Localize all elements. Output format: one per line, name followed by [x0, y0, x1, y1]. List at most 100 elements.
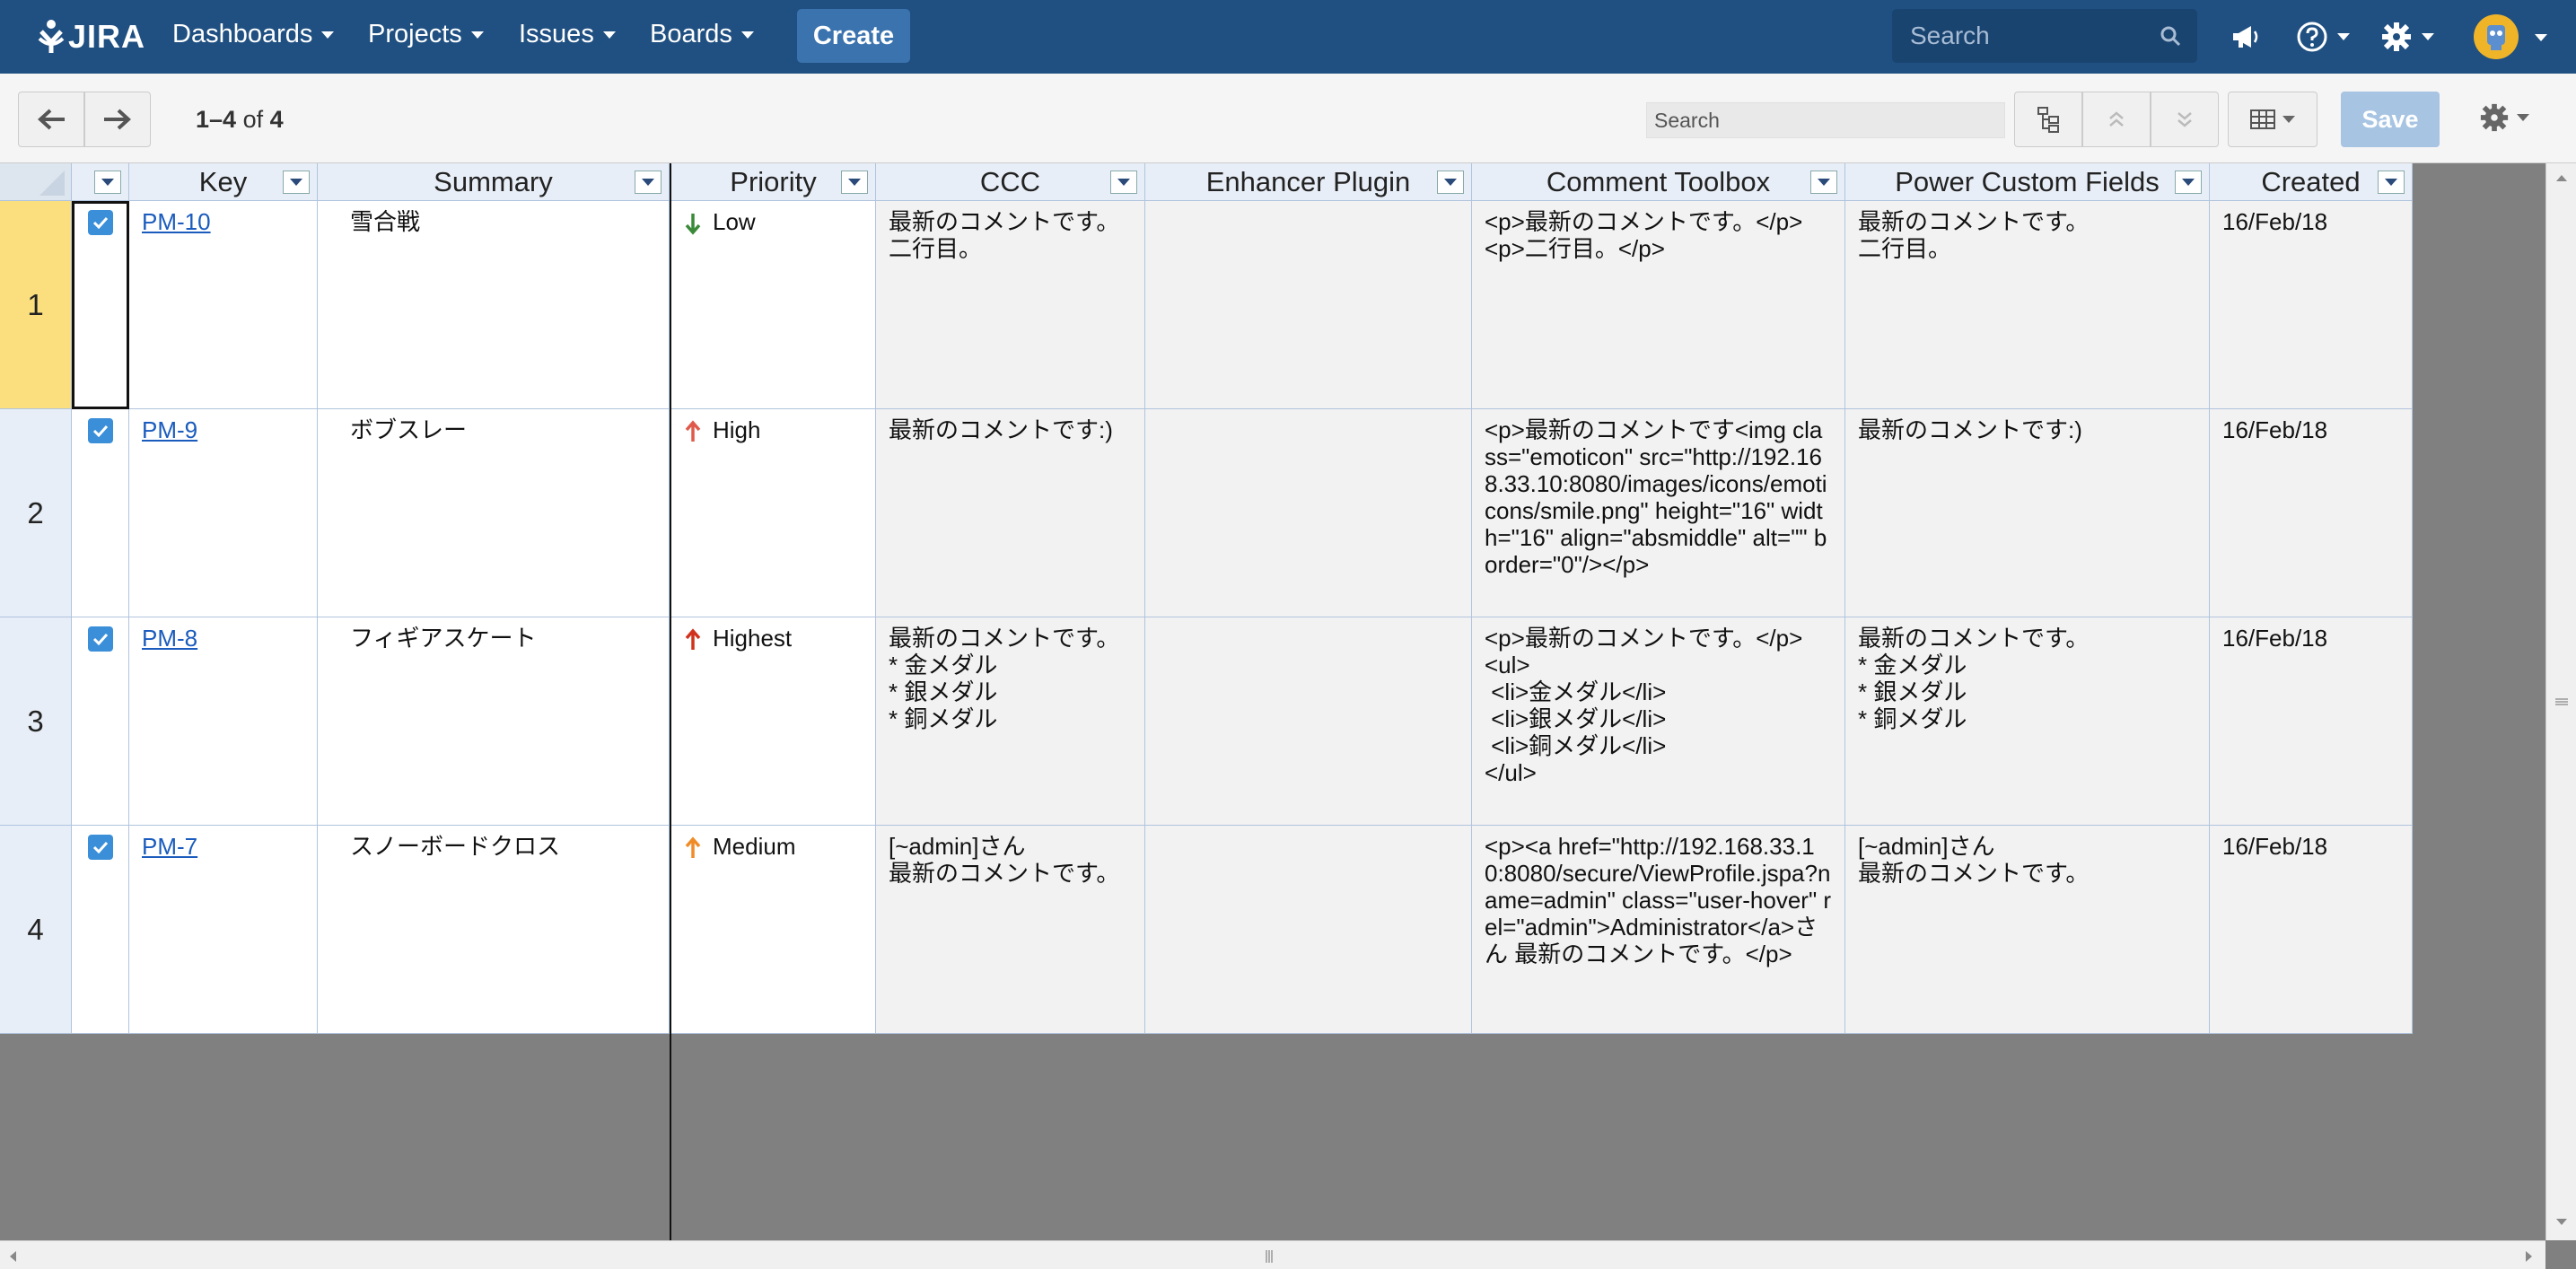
enhancer-plugin-cell[interactable] [1145, 201, 1472, 409]
nav-search-input[interactable]: Search [1892, 9, 2197, 63]
enhancer-plugin-cell[interactable] [1145, 617, 1472, 826]
jira-logo[interactable]: JIRA [36, 14, 145, 59]
priority-cell[interactable]: Medium [671, 826, 876, 1034]
avatar-icon [2487, 25, 2505, 50]
horizontal-scrollbar[interactable] [0, 1240, 2545, 1269]
vertical-scrollbar[interactable] [2545, 163, 2576, 1240]
issue-key-link[interactable]: PM-7 [142, 833, 197, 860]
power-custom-fields-cell[interactable]: 最新のコメントです:) [1845, 409, 2210, 617]
created-cell[interactable]: 16/Feb/18 [2210, 826, 2413, 1034]
key-cell[interactable]: PM-9 [129, 409, 318, 617]
ccc-cell[interactable]: 最新のコメントです。 * 金メダル * 銀メダル * 銅メダル [876, 617, 1145, 826]
filter-dropdown-icon[interactable] [2378, 171, 2405, 194]
filter-dropdown-icon[interactable] [1810, 171, 1837, 194]
power-custom-fields-cell[interactable]: 最新のコメントです。 二行目。 [1845, 201, 2210, 409]
scroll-grip-icon[interactable] [1264, 1249, 1275, 1264]
comment-toolbox-cell[interactable]: <p><a href="http://192.168.33.10:8080/se… [1472, 826, 1845, 1034]
ccc-cell[interactable]: 最新のコメントです。 二行目。 [876, 201, 1145, 409]
comment-toolbox-cell[interactable]: <p>最新のコメントです。</p> <p>二行目。</p> [1472, 201, 1845, 409]
created-cell[interactable]: 16/Feb/18 [2210, 201, 2413, 409]
scroll-left-icon[interactable] [7, 1249, 18, 1264]
priority-low-arrow-icon [685, 214, 701, 235]
created-cell[interactable]: 16/Feb/18 [2210, 409, 2413, 617]
filter-dropdown-icon[interactable] [283, 171, 310, 194]
grid-corner[interactable] [0, 163, 72, 201]
column-header-ccc[interactable]: CCC [876, 163, 1145, 201]
ccc-cell[interactable]: 最新のコメントです:) [876, 409, 1145, 617]
scroll-right-icon[interactable] [2524, 1249, 2535, 1264]
column-header-comment-toolbox[interactable]: Comment Toolbox [1472, 163, 1845, 201]
checkbox-checked[interactable] [87, 626, 113, 652]
row-header[interactable]: 3 [0, 617, 72, 826]
filter-dropdown-icon[interactable] [1110, 171, 1137, 194]
announcement-icon[interactable] [2230, 18, 2262, 56]
priority-cell[interactable]: Low [671, 201, 876, 409]
help-icon[interactable] [2296, 18, 2350, 56]
save-button[interactable]: Save [2341, 92, 2440, 147]
summary-cell[interactable]: フィギアスケート [318, 617, 670, 826]
row-checkbox-cell[interactable] [72, 617, 129, 826]
grid-settings-button[interactable] [2479, 102, 2529, 133]
expand-all-button[interactable] [2151, 92, 2219, 147]
filter-dropdown-icon[interactable] [841, 171, 868, 194]
column-header-checkbox[interactable] [72, 163, 129, 201]
issue-key-link[interactable]: PM-10 [142, 208, 211, 235]
hierarchy-button[interactable] [2014, 92, 2082, 147]
column-header-priority[interactable]: Priority [671, 163, 876, 201]
checkbox-checked[interactable] [87, 835, 113, 860]
filter-dropdown-icon[interactable] [94, 171, 121, 194]
user-avatar[interactable] [2474, 14, 2519, 59]
column-header-key[interactable]: Key [129, 163, 318, 201]
summary-cell[interactable]: スノーボードクロス [318, 826, 670, 1034]
frozen-column-divider[interactable] [670, 163, 671, 1240]
row-header[interactable]: 2 [0, 409, 72, 617]
priority-cell[interactable]: High [671, 409, 876, 617]
power-custom-fields-cell[interactable]: [~admin]さん 最新のコメントです。 [1845, 826, 2210, 1034]
grid-search-input[interactable]: Search [1646, 102, 2005, 138]
issue-key-link[interactable]: PM-9 [142, 416, 197, 443]
key-cell[interactable]: PM-10 [129, 201, 318, 409]
settings-gear-icon[interactable] [2380, 18, 2434, 56]
chevron-down-icon[interactable] [2535, 34, 2547, 41]
columns-button[interactable] [2228, 92, 2318, 147]
filter-dropdown-icon[interactable] [1437, 171, 1464, 194]
key-cell[interactable]: PM-8 [129, 617, 318, 826]
row-checkbox-cell[interactable] [72, 409, 129, 617]
nav-boards[interactable]: Boards [650, 20, 754, 49]
column-header-summary[interactable]: Summary [318, 163, 670, 201]
scroll-grip-icon[interactable] [2554, 696, 2569, 707]
summary-cell[interactable]: 雪合戦 [318, 201, 670, 409]
comment-toolbox-cell[interactable]: <p>最新のコメントです。</p> <ul> <li>金メダル</li> <li… [1472, 617, 1845, 826]
row-header[interactable]: 4 [0, 826, 72, 1034]
row-header[interactable]: 1 [0, 201, 72, 409]
enhancer-plugin-cell[interactable] [1145, 409, 1472, 617]
next-button[interactable] [84, 92, 151, 147]
comment-toolbox-cell[interactable]: <p>最新のコメントです<img class="emoticon" src="h… [1472, 409, 1845, 617]
column-header-label: Created [2261, 165, 2361, 197]
priority-cell[interactable]: Highest [671, 617, 876, 826]
filter-dropdown-icon[interactable] [2175, 171, 2202, 194]
checkbox-checked[interactable] [87, 418, 113, 443]
chevron-down-icon [470, 31, 484, 39]
column-header-created[interactable]: Created [2210, 163, 2413, 201]
create-button[interactable]: Create [797, 9, 910, 63]
ccc-cell[interactable]: [~admin]さん 最新のコメントです。 [876, 826, 1145, 1034]
issue-key-link[interactable]: PM-8 [142, 625, 197, 652]
summary-cell[interactable]: ボブスレー [318, 409, 670, 617]
created-cell[interactable]: 16/Feb/18 [2210, 617, 2413, 826]
scroll-down-icon[interactable] [2554, 1217, 2569, 1228]
enhancer-plugin-cell[interactable] [1145, 826, 1472, 1034]
row-checkbox-cell[interactable] [72, 826, 129, 1034]
nav-projects-label: Projects [368, 20, 462, 48]
key-cell[interactable]: PM-7 [129, 826, 318, 1034]
power-custom-fields-cell[interactable]: 最新のコメントです。 * 金メダル * 銀メダル * 銅メダル [1845, 617, 2210, 826]
scroll-up-icon[interactable] [2554, 172, 2569, 183]
column-header-enhancer-plugin[interactable]: Enhancer Plugin [1145, 163, 1472, 201]
column-header-power-custom-fields[interactable]: Power Custom Fields [1845, 163, 2210, 201]
nav-dashboards[interactable]: Dashboards [172, 20, 335, 49]
nav-projects[interactable]: Projects [368, 20, 484, 49]
collapse-all-button[interactable] [2082, 92, 2151, 147]
filter-dropdown-icon[interactable] [635, 171, 662, 194]
previous-button[interactable] [18, 92, 84, 147]
nav-issues[interactable]: Issues [519, 20, 616, 49]
